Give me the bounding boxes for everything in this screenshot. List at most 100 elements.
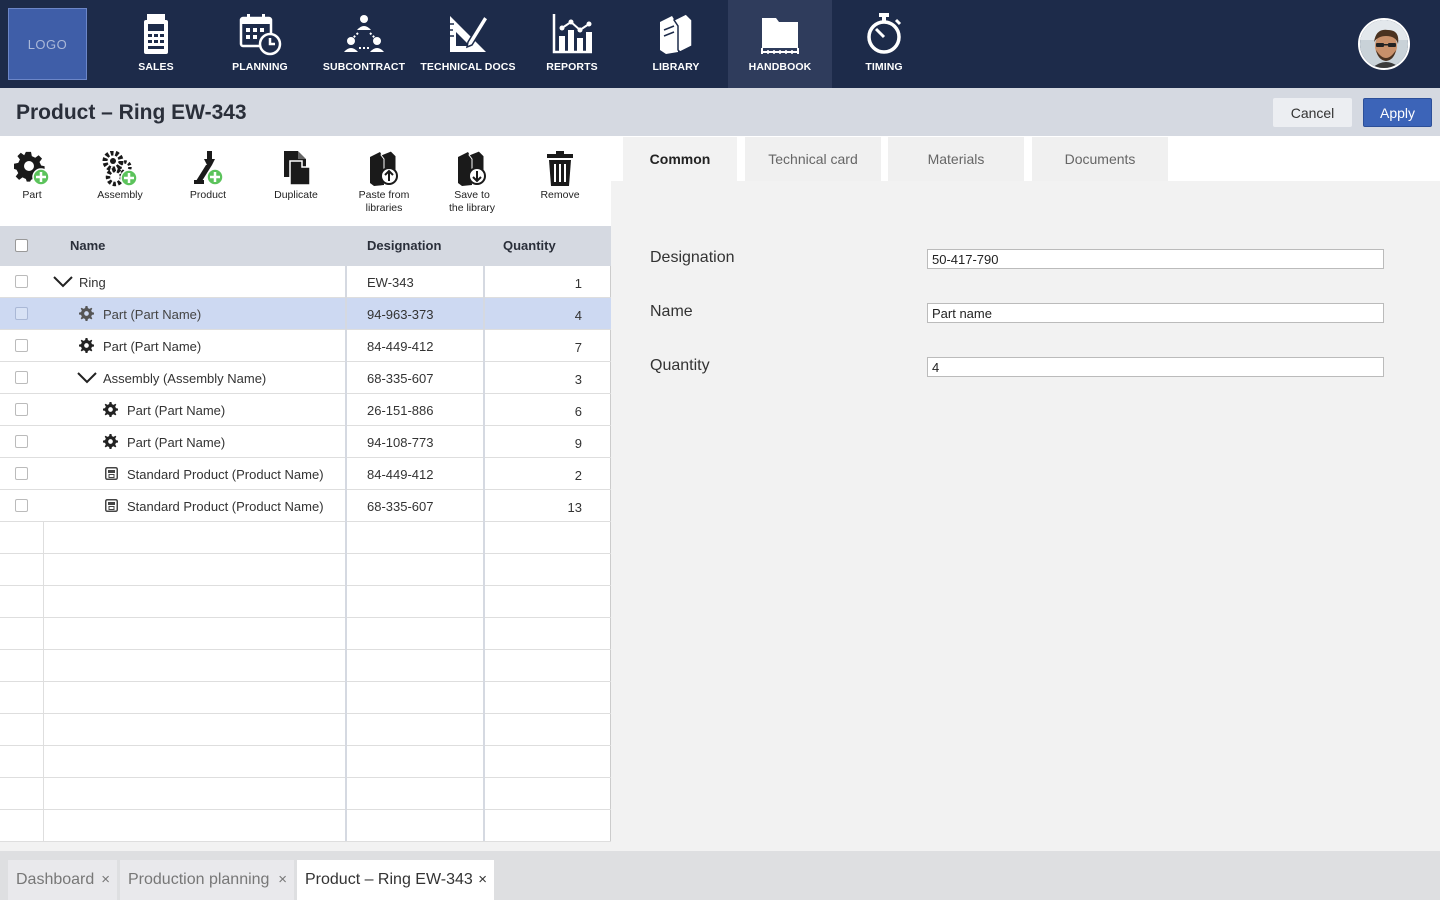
row-designation: 26-151-886 xyxy=(367,403,434,418)
cancel-button[interactable]: Cancel xyxy=(1273,98,1352,127)
planning-icon xyxy=(239,14,282,56)
bottom-tab-dashboard[interactable]: Dashboard × xyxy=(8,860,117,900)
row-name: Ring xyxy=(79,275,106,290)
designation-field[interactable]: 50-417-790 xyxy=(927,249,1384,269)
close-icon[interactable]: × xyxy=(278,871,287,888)
column-divider xyxy=(43,522,44,841)
sales-icon xyxy=(144,14,168,54)
nav-item-handbook[interactable]: HANDBOOK xyxy=(728,0,832,88)
nav-item-library[interactable]: LIBRARY xyxy=(624,0,728,88)
apply-button[interactable]: Apply xyxy=(1363,98,1432,127)
tool-label: Product xyxy=(189,189,227,201)
detail-form: Designation 50-417-790 Name Part name Qu… xyxy=(611,181,1440,841)
save-to-library-button[interactable]: Save to the library xyxy=(428,136,516,226)
row-checkbox[interactable] xyxy=(15,275,28,288)
row-checkbox[interactable] xyxy=(15,499,28,512)
paste-from-libraries-button[interactable]: Paste from libraries xyxy=(340,136,428,226)
column-header-designation[interactable]: Designation xyxy=(367,238,441,253)
row-designation: 68-335-607 xyxy=(367,499,434,514)
empty-row xyxy=(0,618,611,650)
name-field[interactable]: Part name xyxy=(927,303,1384,323)
table-row[interactable]: Assembly (Assembly Name) 68-335-607 3 xyxy=(0,362,611,394)
nav-label: LIBRARY xyxy=(652,61,700,73)
subcontract-icon xyxy=(344,15,384,52)
nav-item-planning[interactable]: PLANNING xyxy=(208,0,312,88)
row-quantity: 3 xyxy=(574,372,582,387)
nav-label: TECHNICAL DOCS xyxy=(420,61,516,73)
standard-product-icon xyxy=(105,467,118,480)
nav-item-sales[interactable]: SALES xyxy=(104,0,208,88)
add-part-button[interactable]: Part xyxy=(0,136,76,226)
row-name: Part (Part Name) xyxy=(103,307,202,322)
table-row[interactable]: Standard Product (Product Name) 84-449-4… xyxy=(0,458,611,490)
chevron-down-icon[interactable] xyxy=(77,372,97,384)
tab-common[interactable]: Common xyxy=(623,137,737,181)
row-checkbox[interactable] xyxy=(15,371,28,384)
duplicate-icon xyxy=(284,151,311,186)
row-quantity: 6 xyxy=(574,404,582,419)
column-divider xyxy=(345,226,347,841)
close-icon[interactable]: × xyxy=(478,871,487,888)
row-checkbox[interactable] xyxy=(15,467,28,480)
title-bar: Product – Ring EW-343 Cancel Apply xyxy=(0,88,1440,136)
tool-label: Part xyxy=(22,189,42,201)
nav-item-reports[interactable]: REPORTS xyxy=(520,0,624,88)
row-checkbox[interactable] xyxy=(15,435,28,448)
close-icon[interactable]: × xyxy=(101,871,110,888)
logo[interactable]: LOGO xyxy=(8,8,87,80)
standard-product-icon xyxy=(105,499,118,512)
empty-row xyxy=(0,778,611,810)
duplicate-button[interactable]: Duplicate xyxy=(252,136,340,226)
row-checkbox[interactable] xyxy=(15,339,28,352)
tab-documents[interactable]: Documents xyxy=(1032,137,1168,181)
row-checkbox[interactable] xyxy=(15,403,28,416)
table-row[interactable]: Part (Part Name) 94-108-773 9 xyxy=(0,426,611,458)
table-row[interactable]: Standard Product (Product Name) 68-335-6… xyxy=(0,490,611,522)
row-name: Assembly (Assembly Name) xyxy=(103,371,267,386)
add-product-button[interactable]: Product xyxy=(164,136,252,226)
column-header-quantity[interactable]: Quantity xyxy=(503,238,556,253)
bottom-tab-label: Dashboard xyxy=(16,871,95,888)
table-row[interactable]: Part (Part Name) 94-963-373 4 xyxy=(0,298,611,330)
empty-row xyxy=(0,810,611,842)
row-checkbox[interactable] xyxy=(15,307,28,320)
quantity-field[interactable]: 4 xyxy=(927,357,1384,377)
row-name: Standard Product (Product Name) xyxy=(127,467,324,482)
nav-item-subcontract[interactable]: SUBCONTRACT xyxy=(312,0,416,88)
nav-item-technical-docs[interactable]: TECHNICAL DOCS xyxy=(416,0,520,88)
page-title: Product – Ring EW-343 xyxy=(16,101,247,124)
bottom-tab-product-ring[interactable]: Product – Ring EW-343 × xyxy=(297,860,494,900)
empty-row xyxy=(0,554,611,586)
nav-label: SUBCONTRACT xyxy=(322,61,406,73)
tab-materials[interactable]: Materials xyxy=(888,137,1024,181)
row-designation: 68-335-607 xyxy=(367,371,434,386)
table-row[interactable]: Part (Part Name) 26-151-886 6 xyxy=(0,394,611,426)
row-quantity: 2 xyxy=(574,468,582,483)
column-header-name[interactable]: Name xyxy=(70,238,105,253)
timing-icon xyxy=(867,13,902,54)
toolbar: Part Assembly Product Duplicate Paste fr… xyxy=(0,136,611,226)
bottom-tab-production-planning[interactable]: Production planning × xyxy=(120,860,294,900)
gear-icon xyxy=(103,402,118,417)
nav-item-timing[interactable]: TIMING xyxy=(832,0,936,88)
table-row[interactable]: Part (Part Name) 84-449-412 7 xyxy=(0,330,611,362)
add-assembly-button[interactable]: Assembly xyxy=(76,136,164,226)
select-all-checkbox[interactable] xyxy=(15,239,28,252)
table-header: Name Designation Quantity xyxy=(0,226,611,266)
tool-label: Remove xyxy=(540,189,580,201)
row-quantity: 4 xyxy=(574,308,582,323)
avatar-image xyxy=(1360,20,1408,68)
row-quantity: 9 xyxy=(574,436,582,451)
empty-row xyxy=(0,746,611,778)
remove-button[interactable]: Remove xyxy=(516,136,604,226)
tab-technical-card[interactable]: Technical card xyxy=(745,137,881,181)
user-avatar[interactable] xyxy=(1358,18,1410,70)
chevron-down-icon[interactable] xyxy=(53,276,73,288)
add-part-icon xyxy=(14,151,50,186)
product-tree-table: Name Designation Quantity Ring EW-343 1 … xyxy=(0,226,611,842)
row-designation: 94-963-373 xyxy=(367,307,434,322)
gear-icon xyxy=(79,338,94,353)
handbook-icon xyxy=(761,18,799,54)
table-row[interactable]: Ring EW-343 1 xyxy=(0,266,611,298)
row-name: Part (Part Name) xyxy=(103,339,202,354)
